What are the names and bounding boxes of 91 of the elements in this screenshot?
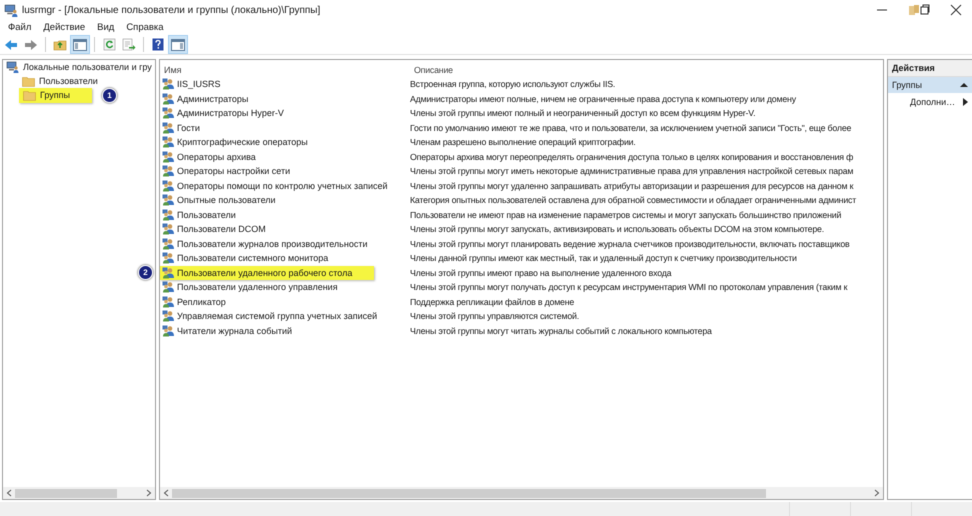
- group-name[interactable]: Пользователи DCOM: [160, 222, 270, 236]
- group-description: Категория опытных пользователей оставлена для обратной совместимости и обладает ограниченными админист: [409, 195, 858, 206]
- actions-section[interactable]: Группы: [888, 77, 972, 93]
- export-icon: [122, 38, 136, 51]
- toolbar-button[interactable]: [169, 36, 187, 53]
- group-description: Члены этой группы могут читать журналы событий с локального компьютера: [409, 326, 713, 336]
- menu-item[interactable]: Справка: [120, 22, 170, 33]
- group-description: Члены этой группы могут запускать, активизировать и использовать объекты DCOM на этом компьютере.: [409, 224, 825, 234]
- restore-icon[interactable]: [908, 4, 930, 16]
- column-header[interactable]: Имя: [160, 65, 410, 75]
- user-group-icon: [162, 122, 175, 134]
- panel-icon: [73, 38, 87, 50]
- group-name[interactable]: Операторы помощи по контролю учетных записей: [160, 178, 392, 193]
- user-group-icon: [162, 136, 175, 148]
- help-icon: [152, 38, 164, 51]
- group-description: Пользователи не имеют прав на изменение параметров системы и могут запускать большинство приложений: [409, 210, 842, 220]
- user-group-icon: [162, 252, 175, 264]
- group-description: Члены этой группы могут иметь некоторые административные права для управления настройкой сетевых парам: [409, 166, 854, 176]
- horizontal-scrollbar[interactable]: [3, 487, 155, 499]
- group-name[interactable]: Опытные пользователи: [160, 193, 280, 208]
- group-name[interactable]: Гости: [160, 120, 204, 135]
- column-header[interactable]: Описание: [410, 65, 883, 75]
- group-description: Члены данной группы имеют как местный, так и удаленный доступ к счетчику производительности: [409, 253, 798, 264]
- window-title: lusrmgr - [Локальные пользователи и группы (локально)\Группы]: [22, 4, 320, 16]
- user-group-icon: [162, 281, 175, 294]
- group-description: Встроенная группа, которую используют службы IIS.: [409, 79, 616, 90]
- group-name[interactable]: Операторы настройки сети: [160, 164, 294, 178]
- user-group-icon: [162, 208, 175, 221]
- scroll-right-icon[interactable]: [874, 489, 880, 497]
- computer-users-icon: [4, 4, 18, 16]
- tree-item[interactable]: Группы: [19, 88, 92, 102]
- user-group-icon: [162, 107, 175, 120]
- group-name[interactable]: Пользователи удаленного рабочего стола: [160, 266, 374, 280]
- user-group-icon: [162, 78, 175, 90]
- group-description: Члены этой группы имеют полный и неограниченный доступ ко всем функциям Hyper-V.: [409, 108, 756, 118]
- menu-item[interactable]: Действие: [37, 22, 92, 33]
- refresh-icon: [102, 38, 116, 51]
- group-name[interactable]: Пользователи: [160, 208, 240, 222]
- tree-item[interactable]: Пользователи: [19, 74, 101, 88]
- group-name[interactable]: Операторы архива: [160, 150, 260, 164]
- group-description: Поддержка репликации файлов в домене: [409, 296, 576, 307]
- actions-header: Действия: [888, 60, 972, 77]
- folder-up-icon: [53, 38, 67, 51]
- user-group-icon: [162, 324, 175, 337]
- group-description: Члены этой группы могут удаленно запрашивать атрибуты авторизации и разрешения для ресурсов на данном к: [409, 180, 854, 191]
- user-group-icon: [162, 296, 175, 308]
- scroll-right-icon[interactable]: [146, 489, 152, 497]
- panel-icon: [171, 38, 185, 50]
- group-name[interactable]: Администраторы Hyper-V: [160, 106, 288, 120]
- group-name[interactable]: Репликатор: [160, 294, 230, 309]
- user-group-icon: [162, 310, 175, 322]
- toolbar-button[interactable]: [120, 36, 138, 53]
- user-group-icon: [162, 223, 175, 236]
- menu-item[interactable]: Вид: [91, 22, 120, 33]
- group-description: Члены этой группы могут планировать ведение журнала счетчиков производительности, включать поставщиков: [409, 238, 851, 249]
- submenu-arrow-icon: [963, 98, 968, 106]
- group-description: Членам разрешено выполнение операций криптографии.: [409, 137, 637, 148]
- group-name[interactable]: Пользователи удаленного управления: [160, 280, 342, 294]
- group-description: Администраторы имеют полные, ничем не ограниченные права доступа к компьютеру или домену: [409, 94, 797, 104]
- user-group-icon: [162, 266, 175, 279]
- user-group-icon: [162, 180, 175, 192]
- scroll-left-icon[interactable]: [6, 489, 12, 497]
- close-icon[interactable]: [950, 4, 962, 16]
- action-item[interactable]: Дополни…: [888, 93, 972, 111]
- computer-users-icon: [6, 61, 19, 73]
- group-description: Члены этой группы управляются системой.: [409, 311, 580, 322]
- group-name[interactable]: Администраторы: [160, 92, 252, 106]
- user-group-icon: [162, 238, 175, 250]
- user-group-icon: [162, 194, 175, 206]
- group-name[interactable]: Пользователи системного монитора: [160, 251, 332, 266]
- horizontal-scrollbar[interactable]: [160, 487, 883, 499]
- group-description: Гости по умолчанию имеют те же права, что и пользователи, за исключением учетной записи "Гость", еще более: [409, 122, 852, 133]
- back-arrow-icon: [4, 38, 18, 50]
- group-name[interactable]: Читатели журнала событий: [160, 324, 296, 338]
- toolbar-button[interactable]: [71, 36, 89, 53]
- user-group-icon: [162, 165, 175, 178]
- folder-icon: [23, 90, 36, 100]
- user-group-icon: [162, 92, 175, 105]
- group-name[interactable]: IIS_IUSRS: [160, 77, 225, 92]
- group-description: Члены этой группы имеют право на выполнение удаленного входа: [409, 268, 672, 278]
- group-description: Операторы архива могут переопределять ограничения доступа только в целях копирования и восстановления ф: [409, 152, 854, 162]
- callout-number: 1: [102, 88, 117, 102]
- group-name[interactable]: Управляемая системой группа учетных записей: [160, 309, 382, 324]
- group-name[interactable]: Пользователи журналов производительности: [160, 236, 372, 251]
- scroll-left-icon[interactable]: [163, 489, 169, 497]
- tree-item[interactable]: Локальные пользователи и гру: [3, 60, 155, 74]
- user-group-icon: [162, 150, 175, 163]
- group-name[interactable]: Криптографические операторы: [160, 135, 312, 150]
- group-description: Члены этой группы могут получать доступ к ресурсам инструментария WMI по протоколам управления (таким к: [409, 282, 848, 292]
- forward-arrow-icon: [24, 38, 38, 50]
- menu-item[interactable]: Файл: [2, 22, 38, 33]
